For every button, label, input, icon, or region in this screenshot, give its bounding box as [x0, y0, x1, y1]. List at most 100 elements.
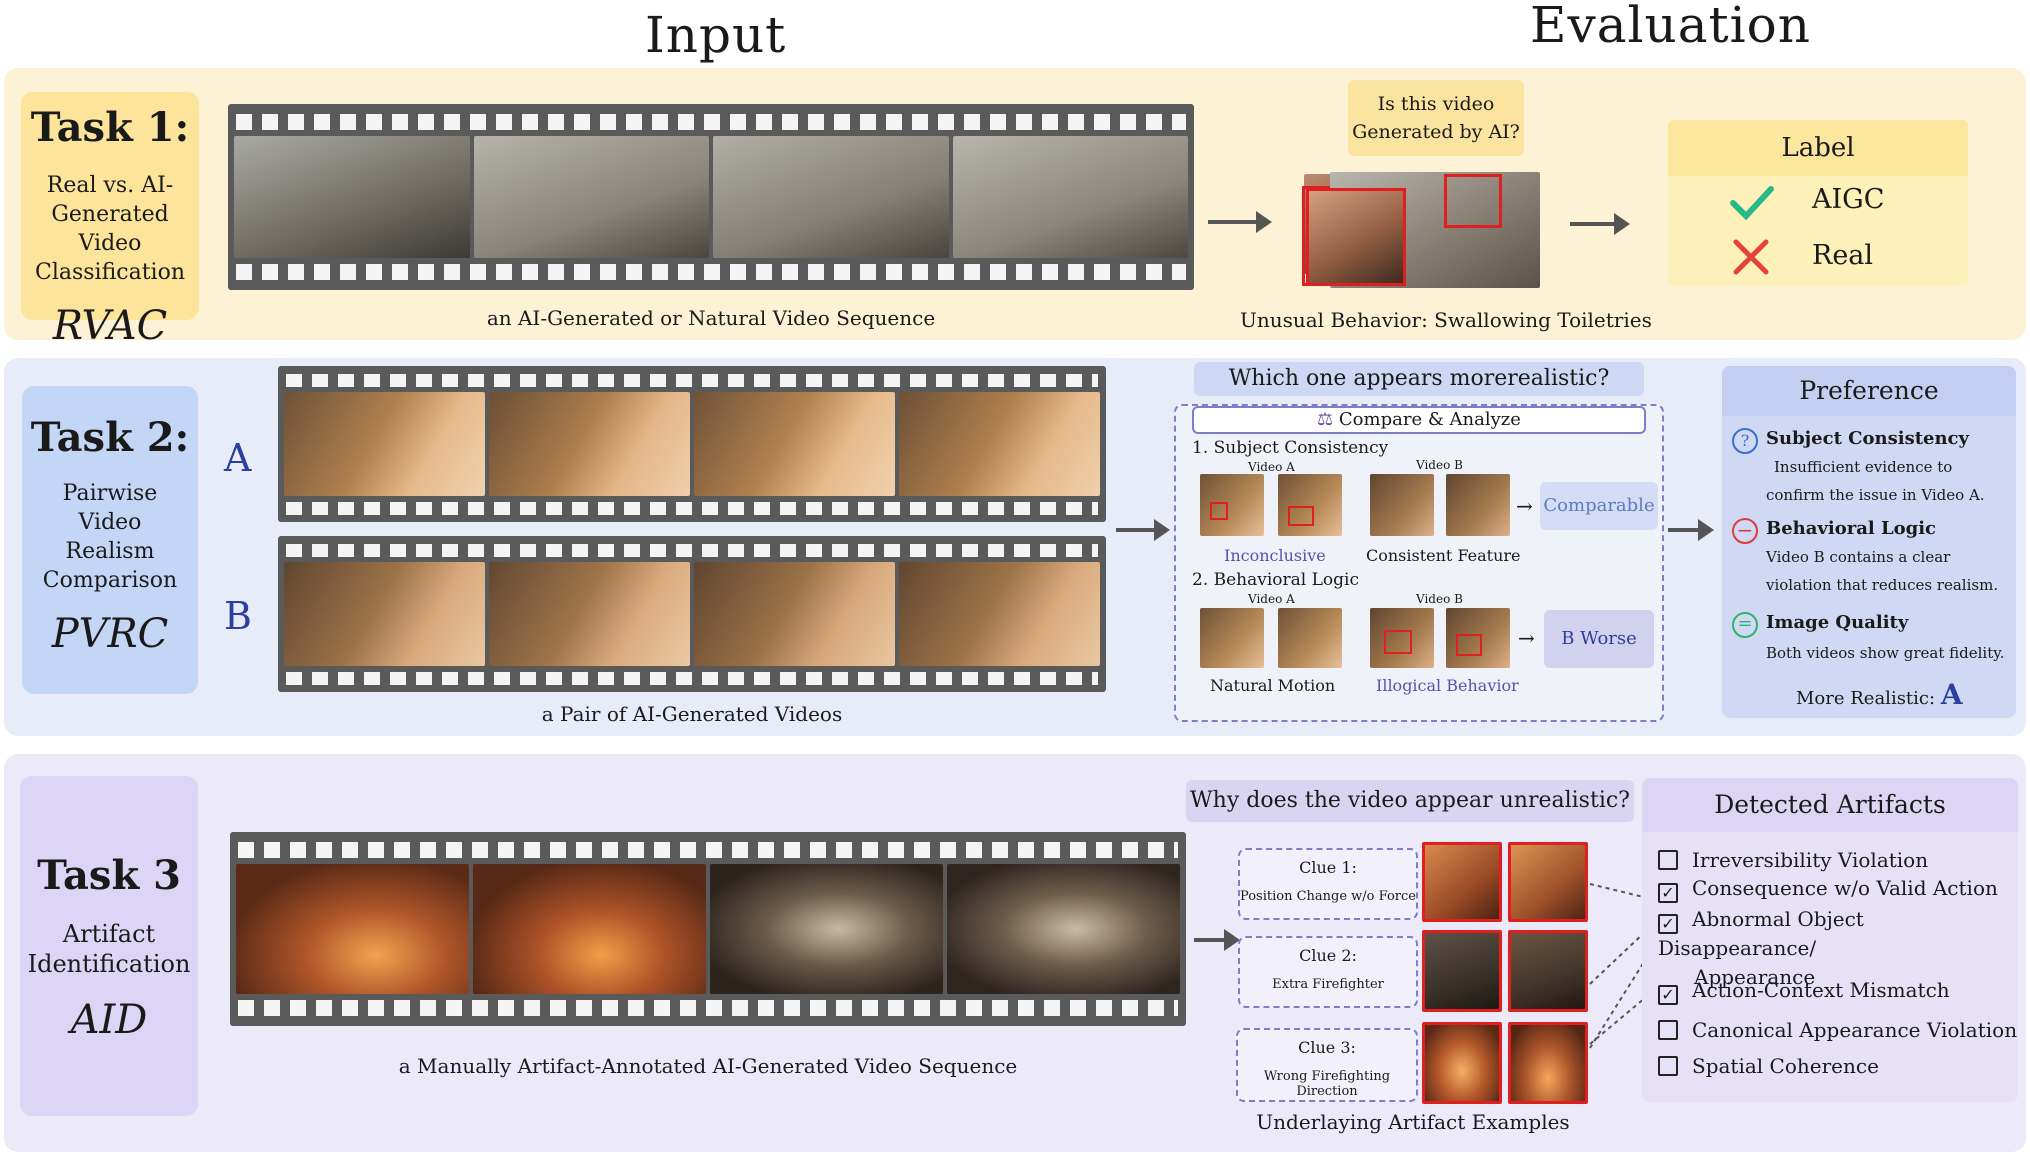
task1-panel: Task 1: Real vs. AI- Generated Video Cla… — [4, 68, 2026, 349]
video-frame — [489, 562, 690, 666]
task2-title: Task 2: — [30, 414, 190, 461]
task2-question: Which one appears morerealistic? — [1194, 362, 1644, 396]
checked-box-icon: ✓ — [1658, 914, 1678, 934]
task2-subtitle-line: Comparison — [42, 568, 178, 593]
clue-desc: Wrong Firefighting Direction — [1263, 1069, 1391, 1099]
task1-eval-caption: Unusual Behavior: Swallowing Toiletries — [1240, 308, 1652, 332]
pref-item-title: Image Quality — [1766, 612, 1909, 633]
verdict-value: A — [1940, 678, 1963, 711]
video-frame — [489, 392, 690, 496]
task1-abbr: RVAC — [52, 303, 168, 349]
clue-title: Clue 3: — [1298, 1038, 1356, 1057]
highlight-box — [1456, 634, 1482, 656]
task3-subtitle-line: Identification — [27, 950, 191, 978]
task2-subtitle-line: Video — [78, 510, 142, 535]
task2-panel: Task 2: Pairwise Video Realism Compariso… — [4, 358, 2026, 736]
check-icon — [1730, 186, 1774, 221]
task3-panel: Task 3 Artifact Identification AID a Man… — [4, 754, 2026, 1152]
video-frame — [952, 136, 1188, 258]
verdict-label: More Realistic: — [1796, 688, 1936, 709]
task1-film-strip — [228, 104, 1194, 290]
compare-thumb — [1370, 474, 1434, 536]
arrow — [1116, 519, 1170, 541]
compare-thumb — [1278, 474, 1342, 536]
compare-thumb — [1200, 608, 1264, 668]
video-frame — [284, 392, 485, 496]
task3-question: Why does the video appear unrealistic? — [1186, 780, 1634, 822]
task2-subtitle-line: Realism — [65, 539, 155, 564]
unchecked-box-icon — [1658, 850, 1678, 870]
pref-item-desc: Video B contains a clear — [1766, 548, 1951, 566]
artifact-label: Abnormal Object Disappearance/ — [1658, 907, 1864, 960]
artifact-example — [1508, 1022, 1588, 1104]
compare-title-bar: ⚖ Compare & Analyze — [1192, 406, 1646, 434]
highlight-box — [1384, 630, 1412, 654]
task1-subtitle-line: Real vs. AI- — [46, 173, 174, 198]
arrow — [1668, 519, 1714, 541]
clue-box: Clue 1: Position Change w/o Force — [1238, 848, 1418, 920]
pref-item-desc: Both videos show great fidelity. — [1766, 644, 2005, 662]
task1-subtitle-line: Generated Video — [51, 202, 169, 256]
checked-box-icon: ✓ — [1658, 985, 1678, 1005]
unchecked-box-icon — [1658, 1020, 1678, 1040]
arrow — [1208, 211, 1272, 233]
video-frame — [710, 864, 943, 994]
clue-title: Clue 2: — [1299, 946, 1357, 965]
artifact-label: Action-Context Mismatch — [1692, 978, 1950, 1002]
video-frame — [694, 562, 895, 666]
clue-title: Clue 1: — [1299, 858, 1357, 877]
highlight-box — [1444, 174, 1502, 228]
video-frame — [947, 864, 1180, 994]
result-b-worse: B Worse — [1544, 610, 1654, 668]
compare-thumb — [1278, 608, 1342, 668]
video-frame — [713, 136, 949, 258]
label-option-real: Real — [1812, 240, 1874, 271]
question-line: Generated by AI? — [1352, 121, 1520, 143]
artifact-item: Canonical Appearance Violation — [1658, 1018, 2017, 1042]
artifact-item: ✓ Action-Context Mismatch — [1658, 978, 1950, 1005]
video-frame — [284, 562, 485, 666]
video-b-label: Video B — [1416, 592, 1463, 606]
task2-abbr: PVRC — [51, 611, 169, 657]
clue-desc: Extra Firefighter — [1272, 977, 1384, 992]
clue-box: Clue 2: Extra Firefighter — [1238, 936, 1418, 1008]
task3-subtitle-line: Artifact — [62, 920, 156, 948]
detected-artifacts-box: Detected Artifacts Irreversibility Viola… — [1642, 778, 2018, 1102]
artifact-example — [1508, 842, 1588, 922]
b-caption: Consistent Feature — [1366, 546, 1521, 565]
pref-item-desc: confirm the issue in Video A. — [1766, 486, 1985, 504]
label-title: Label — [1668, 120, 1968, 176]
video-a-label: Video A — [1248, 460, 1295, 474]
video-a-film-strip — [278, 366, 1106, 522]
verdict: More Realistic: A — [1796, 678, 1963, 711]
arrow — [1570, 213, 1630, 235]
preference-box: Preference ? Subject Consistency Insuffi… — [1722, 366, 2016, 718]
task3-abbr: AID — [70, 997, 148, 1043]
b-caption: Illogical Behavior — [1376, 676, 1519, 695]
artifact-example — [1422, 842, 1502, 922]
video-frame — [899, 562, 1100, 666]
task3-title: Task 3 — [37, 852, 181, 899]
question-icon: ? — [1732, 428, 1758, 454]
section-heading: 2. Behavioral Logic — [1192, 570, 1360, 590]
task3-film-strip — [230, 832, 1186, 1026]
pref-item-title: Behavioral Logic — [1766, 518, 1937, 539]
compare-title: Compare & Analyze — [1338, 409, 1521, 430]
task2-card: Task 2: Pairwise Video Realism Compariso… — [22, 386, 198, 694]
video-frame — [234, 136, 470, 258]
pref-item-title: Subject Consistency — [1766, 428, 1969, 449]
highlight-box — [1288, 506, 1314, 526]
pref-item-desc: Insufficient evidence to — [1774, 458, 1953, 476]
arrow — [1194, 929, 1240, 951]
artifact-example — [1508, 930, 1588, 1012]
arrow-right-icon: → — [1516, 494, 1533, 518]
video-b-letter: B — [224, 594, 252, 638]
equal-icon: = — [1732, 612, 1758, 638]
artifact-item: Spatial Coherence — [1658, 1054, 1879, 1078]
question-line: Is this video — [1377, 93, 1495, 115]
highlight-box — [1306, 188, 1406, 286]
task1-title: Task 1: — [30, 104, 190, 151]
video-a-label: Video A — [1248, 592, 1295, 606]
minus-icon: − — [1732, 518, 1758, 544]
result-comparable: Comparable — [1540, 482, 1658, 530]
